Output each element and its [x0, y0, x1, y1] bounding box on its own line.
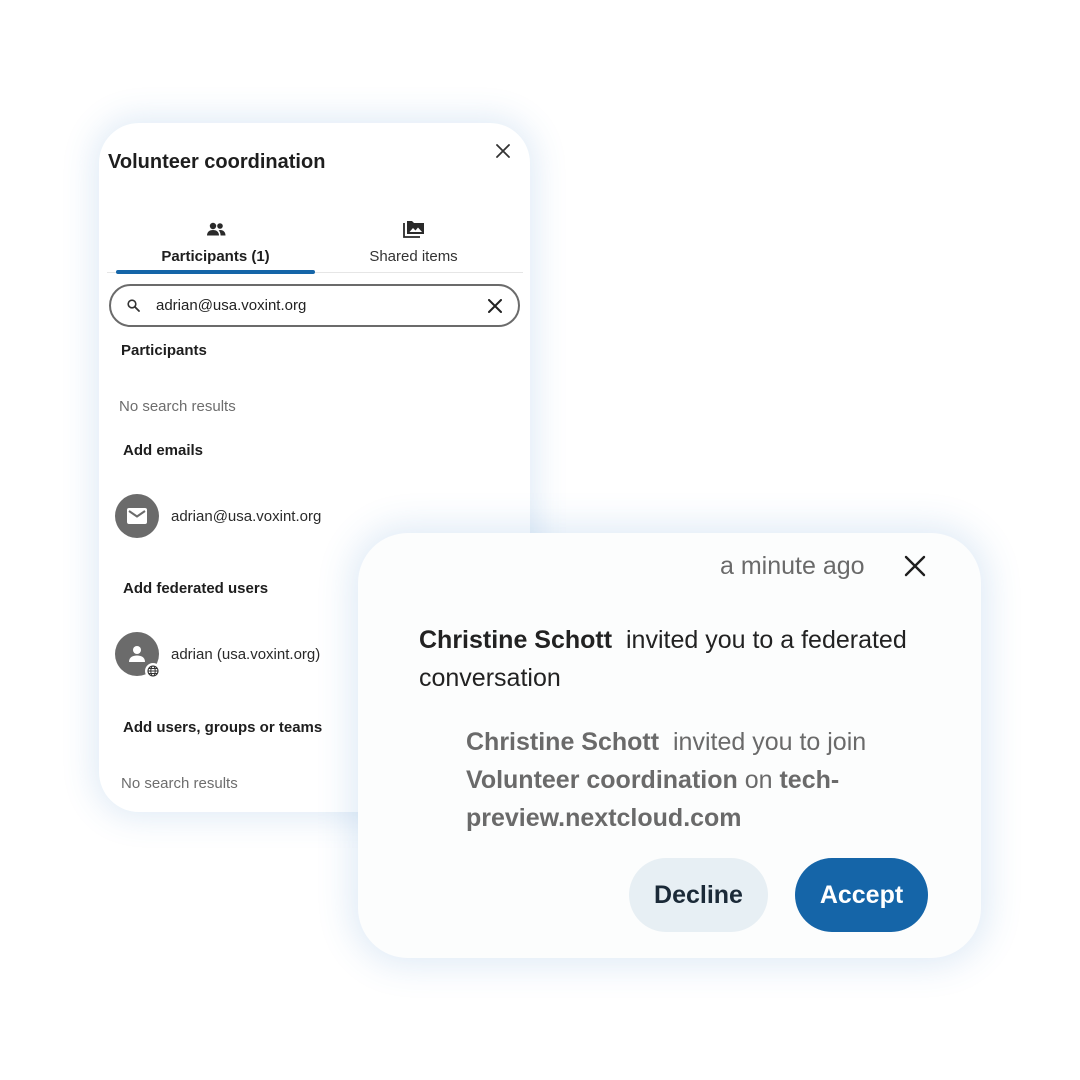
avatar: [115, 494, 159, 538]
close-icon: [488, 298, 502, 313]
users-no-results: No search results: [121, 775, 238, 792]
participant-search-box: [109, 284, 520, 327]
people-icon: [206, 217, 226, 241]
notification-close-button[interactable]: [901, 552, 929, 580]
person-icon: [129, 646, 145, 662]
conversation-title: Volunteer coordination: [108, 151, 326, 173]
participant-search-input[interactable]: [156, 297, 466, 314]
tab-shared-items-label: Shared items: [369, 248, 458, 265]
detail-conversation: Volunteer coordination: [466, 766, 738, 794]
close-icon: [904, 555, 926, 577]
notification-message: Christine Schott invited you to a federa…: [419, 621, 939, 697]
email-result-label: adrian@usa.voxint.org: [171, 507, 322, 525]
sidebar-tabs: Participants (1) Shared items: [107, 213, 523, 274]
detail-actor: Christine Schott: [466, 728, 660, 756]
section-users-title: Add users, groups or teams: [123, 719, 323, 736]
stage: Volunteer coordination Participants (1): [0, 0, 1080, 1080]
mail-icon: [127, 508, 147, 524]
tab-shared-items[interactable]: Shared items: [314, 213, 513, 272]
sidebar-close-button[interactable]: [491, 139, 515, 163]
section-add-emails-title: Add emails: [123, 442, 204, 459]
close-icon: [496, 144, 510, 158]
notification-timestamp: a minute ago: [720, 552, 865, 580]
section-federated-title: Add federated users: [123, 580, 269, 597]
federated-result-label: adrian (usa.voxint.org): [171, 645, 321, 663]
accept-button[interactable]: Accept: [795, 858, 928, 932]
federation-invite-notification: a minute ago Christine Schott invited yo…: [358, 533, 981, 958]
notification-actor: Christine Schott: [419, 626, 613, 654]
clear-search-button[interactable]: [486, 297, 504, 315]
detail-on: on: [744, 766, 773, 794]
section-participants-title: Participants: [121, 342, 207, 359]
detail-text: invited you to join: [672, 728, 867, 756]
folder-image-icon: [402, 217, 425, 241]
tab-participants[interactable]: Participants (1): [116, 213, 315, 274]
notification-detail: Christine Schott invited you to join Vol…: [466, 723, 886, 837]
avatar: [115, 632, 161, 679]
search-icon: [127, 299, 141, 312]
decline-button[interactable]: Decline: [629, 858, 768, 932]
globe-icon: [145, 663, 161, 679]
tab-participants-label: Participants (1): [161, 248, 270, 265]
participants-no-results: No search results: [119, 398, 236, 415]
